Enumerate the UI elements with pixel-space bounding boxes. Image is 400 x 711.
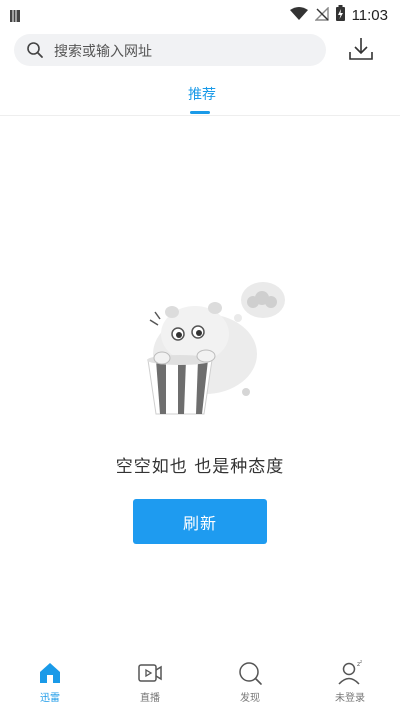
nav-label-account: 未登录 (335, 693, 365, 704)
status-time: 11:03 (351, 6, 388, 24)
search-placeholder: 搜索或输入网址 (54, 44, 152, 60)
battery-charging-icon (335, 5, 345, 25)
svg-text:z: z (360, 660, 362, 664)
tab-bar: 推荐 (0, 84, 400, 116)
tab-recommend[interactable]: 推荐 (182, 84, 222, 104)
refresh-button[interactable]: 刷新 (133, 499, 267, 544)
nav-item-xunlei[interactable]: 迅雷 (20, 660, 80, 711)
home-icon (40, 663, 60, 683)
nav-label-live: 直播 (140, 693, 160, 704)
notification-icon (10, 7, 20, 26)
video-camera-icon (138, 664, 162, 682)
user-icon: zz (338, 660, 362, 685)
empty-state-illustration (120, 272, 290, 422)
discover-icon (239, 662, 262, 685)
tab-indicator (190, 111, 210, 114)
nav-item-live[interactable]: 直播 (120, 660, 180, 711)
nav-label-xunlei: 迅雷 (40, 693, 60, 704)
status-bar: 11:03 (0, 0, 400, 28)
search-input[interactable]: 搜索或输入网址 (14, 34, 326, 66)
download-button[interactable] (348, 36, 378, 66)
wifi-icon (289, 6, 308, 25)
download-icon (349, 38, 373, 60)
nav-label-discover: 发现 (240, 693, 260, 704)
nav-item-discover[interactable]: 发现 (220, 660, 280, 711)
empty-state-message: 空空如也 也是种态度 (115, 457, 285, 477)
nav-item-account[interactable]: zz 未登录 (320, 660, 380, 711)
search-row: 搜索或输入网址 (0, 34, 400, 70)
search-icon (26, 41, 44, 63)
bottom-nav: 迅雷 直播 发现 zz 未登录 (0, 660, 400, 711)
no-signal-icon (313, 5, 329, 25)
